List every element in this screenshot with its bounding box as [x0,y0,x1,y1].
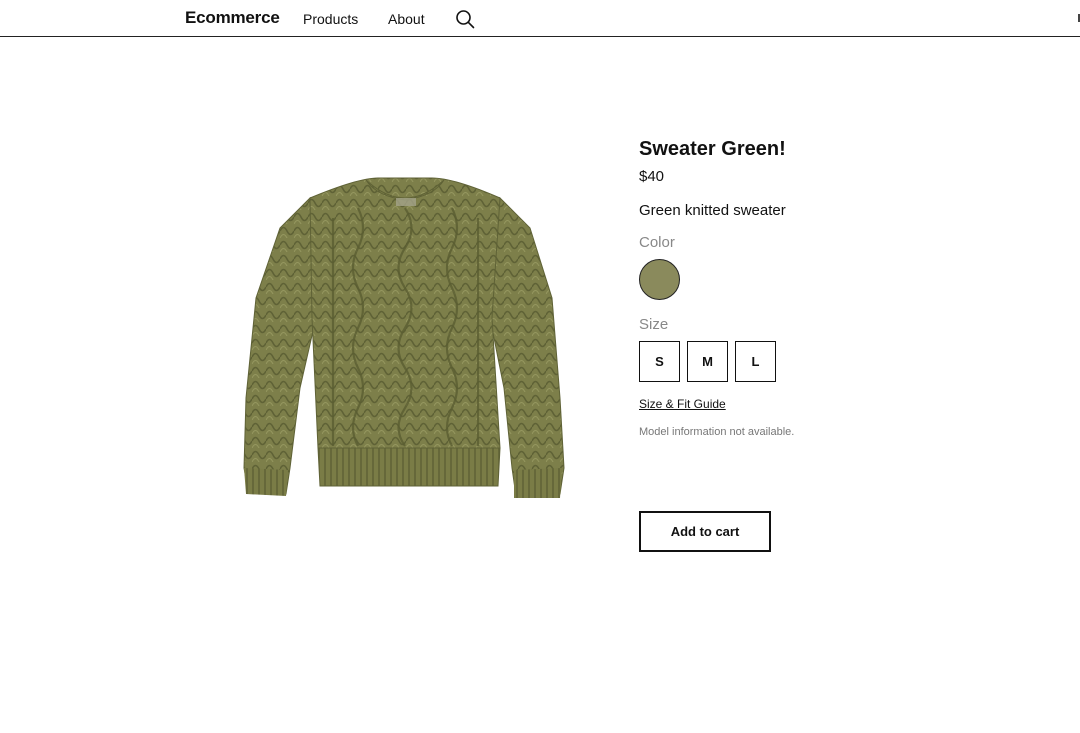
nav-link-about[interactable]: About [388,11,425,27]
sweater-illustration [243,177,565,498]
size-label: Size [639,316,669,333]
size-selector: S M L [639,341,939,382]
size-button-m[interactable]: M [687,341,728,382]
product-price: $40 [639,168,665,185]
model-info-text: Model information not available. [639,426,795,438]
color-label: Color [639,234,675,251]
product-title: Sweater Green! [639,138,786,160]
search-icon[interactable] [454,8,476,30]
size-fit-guide-link[interactable]: Size & Fit Guide [639,397,726,411]
add-to-cart-button[interactable]: Add to cart [639,511,771,552]
nav-link-products[interactable]: Products [303,11,358,27]
color-swatch-green[interactable] [639,259,680,300]
size-button-s[interactable]: S [639,341,680,382]
size-button-l[interactable]: L [735,341,776,382]
product-description: Green knitted sweater [639,202,786,219]
product-image [238,168,570,506]
product-details: Sweater Green! $40 Green knitted sweater… [639,136,939,438]
brand-logo[interactable]: Ecommerce [185,8,280,28]
top-navigation-bar: Ecommerce Products About [0,0,1080,37]
